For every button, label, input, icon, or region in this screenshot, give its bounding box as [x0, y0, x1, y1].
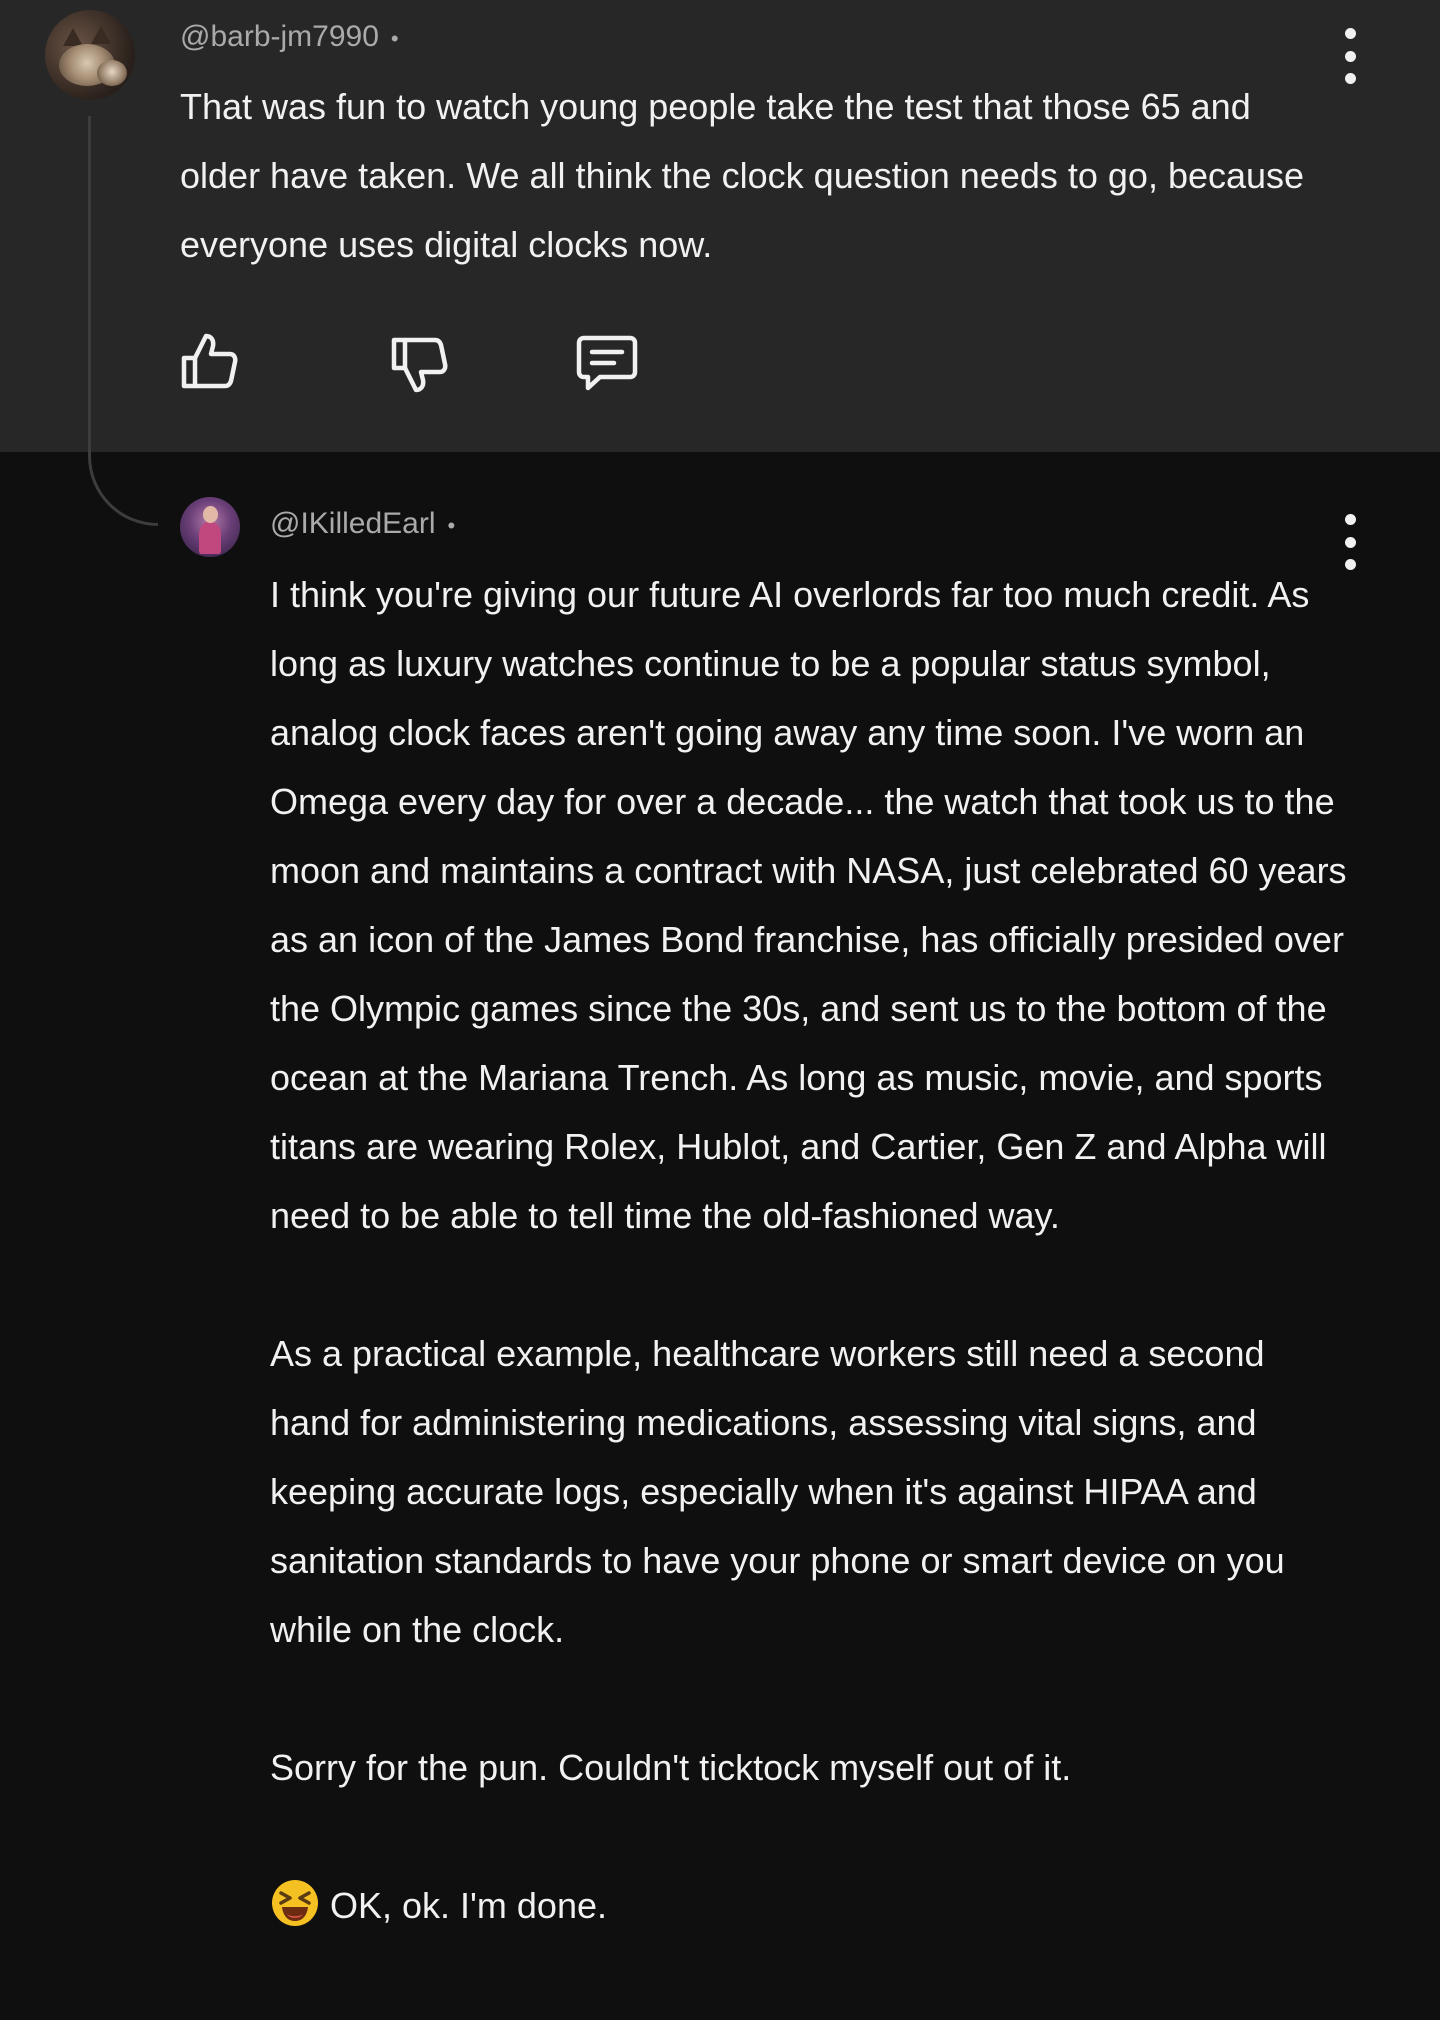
reply-comment-icon[interactable] — [576, 332, 638, 394]
cat-avatar[interactable] — [45, 10, 135, 100]
thread-connector-line — [88, 116, 158, 526]
reply-header: @IKilledEarl • — [270, 507, 455, 541]
reply-body: I think you're giving our future AI over… — [270, 560, 1350, 1940]
reply-paragraph: As a practical example, healthcare worke… — [270, 1333, 1285, 1650]
thumbs-down-icon[interactable] — [388, 334, 450, 396]
reply-paragraph: Sorry for the pun. Couldn't ticktock mys… — [270, 1747, 1072, 1788]
thumbs-up-icon[interactable] — [178, 330, 240, 392]
person-avatar[interactable] — [180, 497, 240, 557]
reply-author-handle[interactable]: @IKilledEarl — [270, 507, 436, 540]
reply-last-line: OK, ok. I'm done. — [270, 1871, 1350, 1940]
more-options-icon[interactable] — [1340, 28, 1360, 84]
separator-dot: • — [447, 513, 456, 538]
comment-body: That was fun to watch young people take … — [180, 86, 1305, 265]
comment-author-handle[interactable]: @barb-jm7990 — [180, 20, 379, 53]
laughing-squint-emoji — [272, 1880, 318, 1926]
reply-last-line-text: OK, ok. I'm done. — [330, 1885, 607, 1926]
separator-dot: • — [390, 26, 399, 51]
reply-paragraph: I think you're giving our future AI over… — [270, 574, 1347, 1236]
comment-header: @barb-jm7990 • — [180, 20, 399, 54]
parent-comment: @barb-jm7990 • That was fun to watch youn… — [0, 0, 1440, 452]
